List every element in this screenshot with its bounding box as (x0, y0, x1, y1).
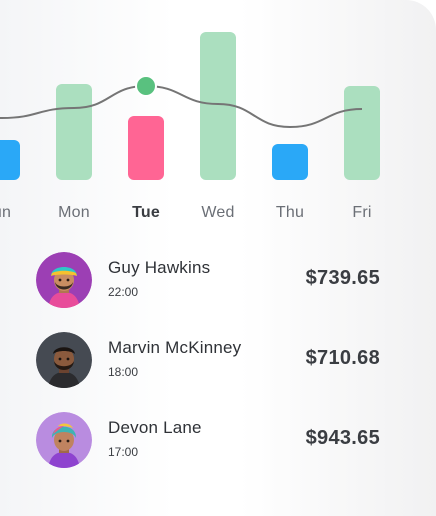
day-label-tue[interactable]: Tue (116, 204, 176, 222)
avatar-turban-icon (36, 252, 92, 308)
transaction-amount: $943.65 (305, 427, 380, 449)
day-label-mon[interactable]: Mon (44, 204, 104, 222)
contact-name: Marvin McKinney (108, 338, 242, 357)
transaction-time: 18:00 (108, 365, 139, 379)
contact-name: Guy Hawkins (108, 258, 211, 277)
transaction-row[interactable]: Marvin McKinney 18:00 $710.68 (0, 320, 436, 400)
trend-line (0, 84, 363, 129)
day-label-sun[interactable]: un (0, 204, 32, 222)
transaction-row[interactable]: Guy Hawkins 22:00 $739.65 (0, 240, 436, 320)
transaction-amount: $710.68 (305, 347, 380, 369)
bar-sun[interactable] (0, 140, 20, 180)
bar-mon[interactable] (56, 84, 92, 180)
bar-tue[interactable] (128, 116, 164, 180)
transaction-row[interactable]: Devon Lane 17:00 $943.65 (0, 400, 436, 480)
bar-fri[interactable] (344, 86, 380, 180)
transaction-amount: $739.65 (305, 267, 380, 289)
avatar (36, 412, 92, 468)
bar-thu[interactable] (272, 144, 308, 180)
avatar (36, 332, 92, 388)
contact-name: Devon Lane (108, 418, 202, 437)
avatar (36, 252, 92, 308)
earnings-card: unMonTueWedThuFri Guy Hawkins 22:00 $73 (0, 0, 436, 516)
day-label-thu[interactable]: Thu (260, 204, 320, 222)
transaction-time: 17:00 (108, 445, 139, 459)
avatar-colorful-hair-icon (36, 412, 92, 468)
day-label-fri[interactable]: Fri (332, 204, 392, 222)
weekly-chart: un Mon Tue Wed Thu Fri (0, 0, 436, 240)
trend-marker[interactable] (135, 75, 157, 97)
avatar-beard-icon (36, 332, 92, 388)
transaction-time: 22:00 (108, 285, 139, 299)
day-label-wed[interactable]: Wed (188, 204, 248, 222)
